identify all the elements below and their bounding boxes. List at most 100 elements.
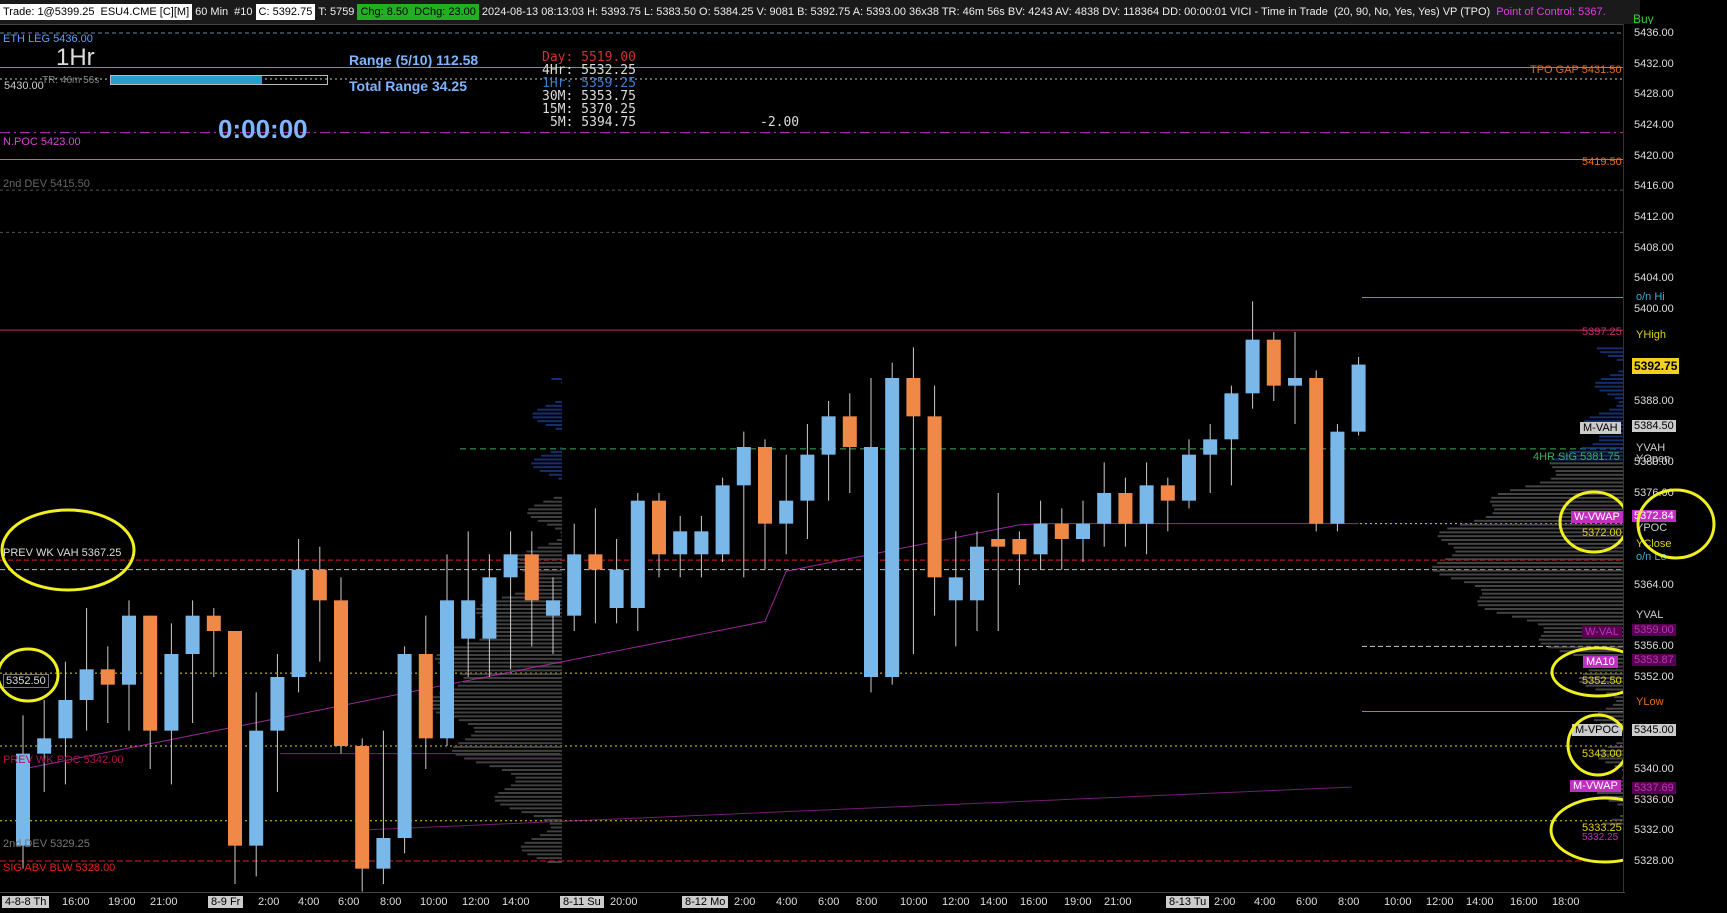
volume-profile-bar <box>555 528 562 530</box>
candle-body <box>80 669 94 700</box>
volume-profile-bar <box>1485 608 1623 610</box>
volume-profile-bar <box>1451 577 1623 579</box>
volume-profile-bar <box>1616 700 1623 702</box>
candle-body <box>461 600 475 638</box>
volume-profile-bar <box>1482 593 1623 595</box>
timeframe-label: 1Hr <box>56 44 95 72</box>
trade-status[interactable]: Trade: 1@5399.25 <box>0 4 98 20</box>
volume-profile-bar <box>495 631 562 633</box>
m-vah-label: M-VAH <box>1580 422 1621 434</box>
volume-profile-bar <box>533 466 562 468</box>
candle-body <box>504 554 518 577</box>
ma-label: MA10 <box>1583 656 1618 668</box>
volume-profile-bar <box>547 524 562 526</box>
volume-profile-bar <box>1525 485 1623 487</box>
volume-profile-bar <box>1593 443 1623 445</box>
volume-profile-bar <box>522 811 562 813</box>
time-tick: 10:00 <box>900 896 928 908</box>
time-tick: 2:00 <box>734 896 755 908</box>
time-tick: 6:00 <box>338 896 359 908</box>
price-axis[interactable]: 5436.005432.005428.005424.005420.005416.… <box>1623 24 1727 912</box>
interval-label[interactable]: 60 Min <box>192 4 231 20</box>
candle-body <box>949 577 963 600</box>
volume-profile-bar <box>531 516 562 518</box>
volume-profile-bar <box>551 378 562 380</box>
volume-profile-bar <box>489 765 562 767</box>
candle-body <box>1224 393 1238 439</box>
tpo-gap-label: TPO GAP 5431.50 <box>1530 64 1622 76</box>
volume-profile-bar <box>1597 792 1623 794</box>
time-tick: 21:00 <box>1104 896 1132 908</box>
level-5372-label: 5372.00 <box>1582 527 1622 539</box>
volume-profile-bar <box>1605 761 1623 763</box>
volume-profile-bar <box>463 681 562 683</box>
time-tick: 8-9 Fr <box>208 896 243 908</box>
volume-profile-bar <box>1490 501 1623 503</box>
volume-profile-bar <box>1600 390 1623 392</box>
volume-profile-bar <box>1551 478 1623 480</box>
volume-profile-bar <box>498 792 562 794</box>
volume-profile-bar <box>1560 650 1623 652</box>
sig4-label: 4HR SIG 5381.75 <box>1533 451 1620 463</box>
candle-body <box>376 838 390 869</box>
volume-profile-bar <box>459 719 562 721</box>
volume-profile-bar <box>1433 570 1623 572</box>
volume-profile-bar <box>1540 482 1623 484</box>
candle-body <box>694 531 708 554</box>
volume-profile-bar <box>1512 616 1623 618</box>
volume-profile-bar <box>496 627 562 629</box>
volume-profile-bar <box>547 830 562 832</box>
volume-profile-bar <box>1614 696 1623 698</box>
volume-profile-bar <box>1452 554 1623 556</box>
volume-profile-bar <box>1595 382 1623 384</box>
time-tick: 20:00 <box>610 896 638 908</box>
candle-body <box>1246 340 1260 394</box>
candle-body <box>355 746 369 869</box>
time-tick: 8:00 <box>1338 896 1359 908</box>
candle-body <box>928 416 942 577</box>
candle-body <box>1309 378 1323 524</box>
volume-profile-bar <box>492 623 562 625</box>
tick-total: T: 5759 <box>315 4 357 20</box>
volume-profile-bar <box>1445 558 1623 560</box>
volume-profile-bar <box>474 727 562 729</box>
time-tick: 14:00 <box>980 896 1008 908</box>
time-tick: 16:00 <box>1510 896 1538 908</box>
volume-profile-bar <box>551 451 562 453</box>
volume-profile-bar <box>511 773 562 775</box>
volume-profile-bar <box>1539 639 1623 641</box>
volume-profile-bar <box>1439 574 1623 576</box>
time-tick: 14:00 <box>1466 896 1494 908</box>
volume-profile-bar <box>511 784 562 786</box>
volume-profile-bar <box>549 543 562 545</box>
volume-profile-bar <box>532 838 562 840</box>
timer-progress-bar <box>110 75 328 85</box>
volume-profile-bar <box>500 804 562 806</box>
close-price: C: 5392.75 <box>256 4 316 20</box>
volume-profile-bar <box>1615 397 1623 399</box>
volume-profile-bar <box>557 539 562 541</box>
candle-body <box>864 447 878 677</box>
time-axis[interactable]: 4-8-8 Th16:0019:0021:008-9 Fr2:004:006:0… <box>0 892 1625 913</box>
candle-body <box>292 570 306 677</box>
candle-body <box>122 616 136 685</box>
candle-body <box>16 754 30 846</box>
time-tick: 8-12 Mo <box>682 896 728 908</box>
volume-profile-bar <box>550 823 562 825</box>
candle-body <box>143 616 157 731</box>
level-5419-label: 5419.50 <box>1582 156 1622 168</box>
volume-profile-bar <box>447 715 562 717</box>
volume-profile-bar <box>517 554 562 556</box>
candle-body <box>1097 493 1111 524</box>
candle-body <box>716 485 730 554</box>
dev2-bot-label: 2nd DEV 5329.25 <box>3 838 90 850</box>
candle-body <box>588 554 602 569</box>
symbol-label[interactable]: ESU4.CME [C][M] <box>98 4 193 20</box>
volume-profile-bar <box>516 777 562 779</box>
volume-profile-bar <box>537 581 562 583</box>
day-change-value: DChg: 23.00 <box>411 4 479 20</box>
level-5343-label: 5343.00 <box>1582 748 1622 760</box>
volume-profile-bar <box>1600 351 1623 353</box>
candle-body <box>970 547 984 601</box>
time-tick: 12:00 <box>1426 896 1454 908</box>
